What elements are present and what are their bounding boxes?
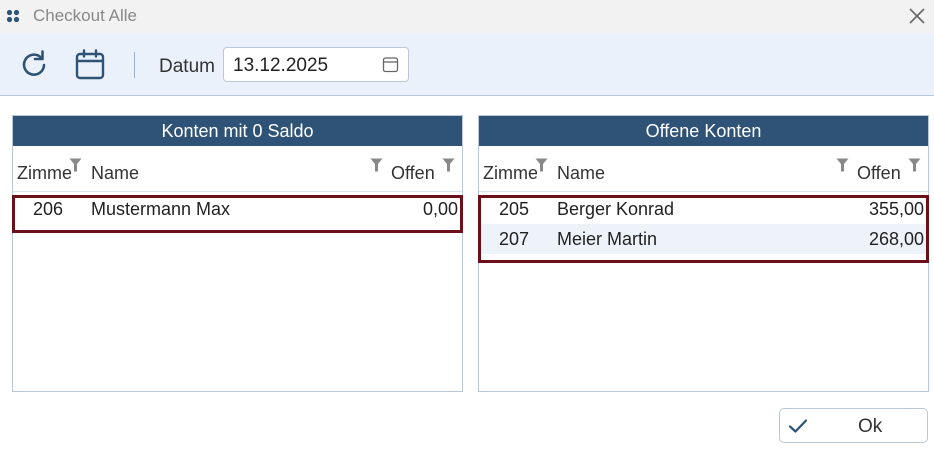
date-input[interactable]: 13.12.2025 [223, 47, 409, 82]
close-icon[interactable] [906, 5, 928, 27]
table-row[interactable]: 207 Meier Martin 268,00 [479, 224, 928, 254]
cell-name: Berger Konrad [557, 199, 675, 219]
calendar-picker-icon[interactable] [382, 56, 399, 73]
cell-room: 205 [499, 199, 530, 219]
date-value: 13.12.2025 [233, 55, 329, 76]
column-header-row: Zimmer Name Offen [13, 146, 462, 192]
filter-icon[interactable] [535, 158, 548, 172]
filter-icon[interactable] [908, 158, 921, 172]
filter-icon[interactable] [442, 158, 455, 172]
datum-label: Datum [159, 56, 215, 77]
ok-label: Ok [858, 416, 883, 437]
window-title: Checkout Alle [33, 6, 137, 25]
cell-open: 355,00 [868, 199, 924, 219]
toolbar-separator [134, 52, 135, 78]
panel-zero-balance: Konten mit 0 Saldo Zimmer Name Offen 206… [12, 115, 463, 392]
column-header-name[interactable]: Name [557, 163, 605, 184]
panel-header: Konten mit 0 Saldo [13, 116, 462, 146]
checkmark-icon [788, 419, 808, 433]
toolbar: Datum 13.12.2025 [0, 33, 934, 96]
cell-room: 207 [499, 229, 530, 249]
table-row[interactable]: 205 Berger Konrad 355,00 [479, 194, 928, 224]
column-header-open[interactable]: Offen [857, 163, 901, 184]
filter-icon[interactable] [69, 158, 82, 172]
panel-open-accounts: Offene Konten Zimmer Name Offen 205 Berg… [478, 115, 929, 392]
refresh-icon[interactable] [17, 48, 51, 82]
column-header-room[interactable]: Zimmer [483, 163, 537, 184]
filter-icon[interactable] [370, 158, 383, 172]
app-grid-icon [6, 9, 20, 23]
table-row[interactable]: 206 Mustermann Max 0,00 [13, 194, 462, 224]
cell-open: 0,00 [422, 199, 458, 219]
cell-name: Meier Martin [557, 229, 658, 249]
calendar-icon[interactable] [73, 48, 107, 82]
ok-button[interactable]: Ok [779, 408, 928, 443]
column-header-room[interactable]: Zimmer [17, 163, 71, 184]
panel-header: Offene Konten [479, 116, 928, 146]
column-header-name[interactable]: Name [91, 163, 139, 184]
column-header-open[interactable]: Offen [391, 163, 435, 184]
filter-icon[interactable] [836, 158, 849, 172]
cell-open: 268,00 [868, 229, 924, 249]
column-header-row: Zimmer Name Offen [479, 146, 928, 192]
title-bar: Checkout Alle [0, 0, 934, 33]
cell-name: Mustermann Max [91, 199, 231, 219]
cell-room: 206 [33, 199, 64, 219]
